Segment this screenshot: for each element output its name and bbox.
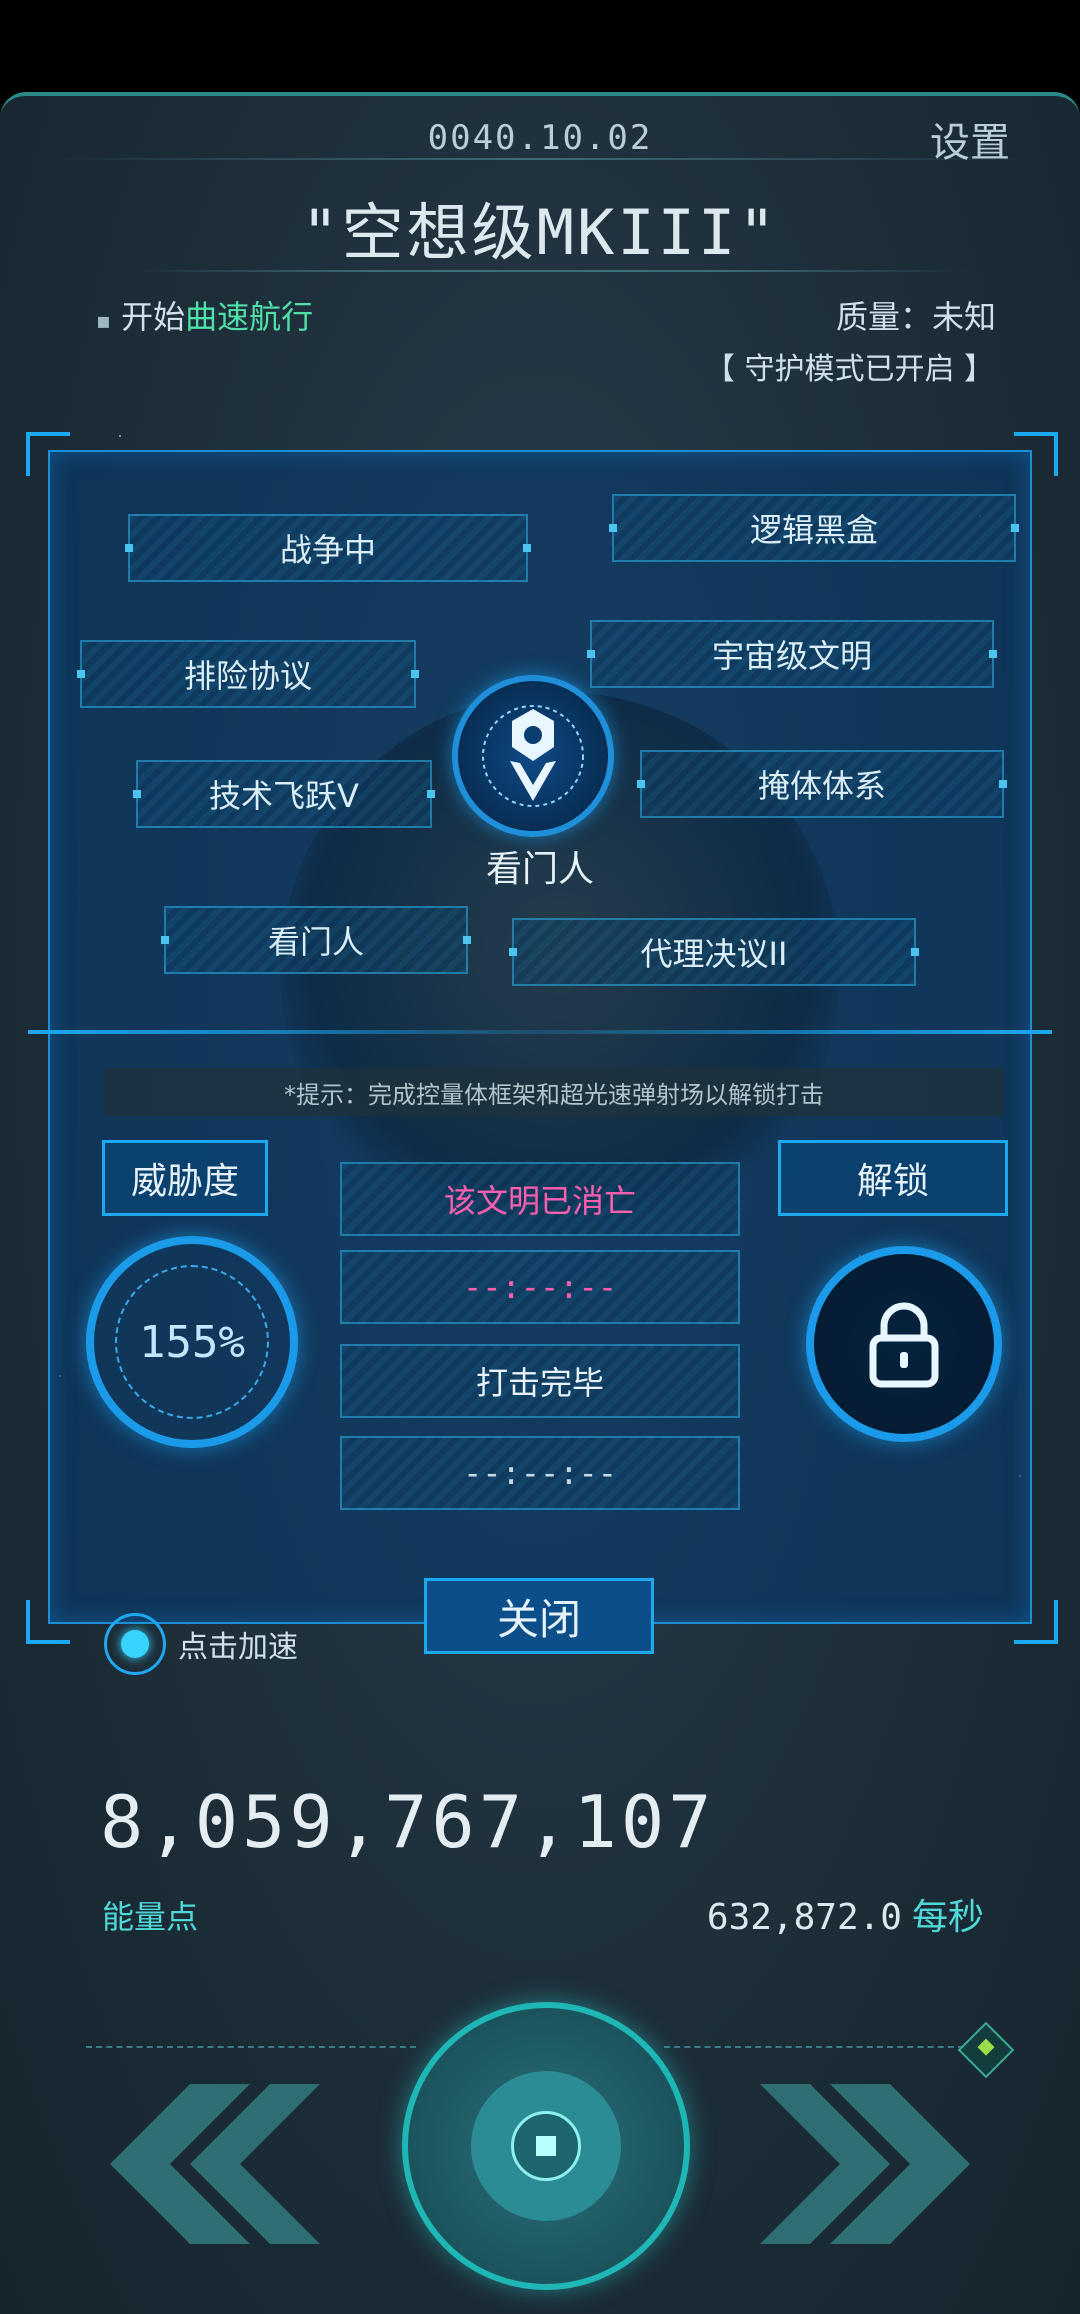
close-button[interactable]: 关闭 [424,1578,654,1654]
ship-name: "空想级MKIII" [301,196,779,269]
warp-status[interactable]: ▪ 开始曲速航行 [96,292,313,338]
energy-rate-unit: 每秒 [911,1897,984,1938]
status-row-strike: 打击完毕 [340,1344,740,1418]
trait-chip-bunker-system[interactable]: 掩体体系 [640,750,1004,818]
chip-label: 战争中 [279,531,376,569]
corner-bracket [26,1600,70,1644]
corner-bracket [26,432,70,476]
settings-button[interactable]: 设置 [930,110,1010,168]
dialog-divider [28,1030,1052,1034]
accelerate-label: 点击加速 [178,1630,298,1665]
threat-label-box: 威胁度 [102,1140,268,1216]
trait-chip-risk-protocol[interactable]: 排险协议 [80,640,416,708]
unlock-label: 解锁 [856,1161,929,1202]
unlock-button[interactable]: 解锁 [778,1140,1008,1216]
corner-bracket [1014,432,1058,476]
square-icon [536,2136,556,2156]
trait-chip-at-war[interactable]: 战争中 [128,514,528,582]
threat-label: 威胁度 [130,1161,239,1202]
trait-chip-proxy-resolution[interactable]: 代理决议II [512,918,916,986]
watchman-emblem-icon[interactable] [452,675,614,837]
chip-label: 宇宙级文明 [711,637,872,675]
trait-chip-tech-leap[interactable]: 技术飞跃V [136,760,432,828]
screen: 0040.10.02 设置 "空想级MKIII" ▪ 开始曲速航行 质量：未知 … [0,0,1080,2314]
lock-icon [869,1302,939,1388]
accelerate-icon [104,1613,166,1675]
trait-chip-watchman[interactable]: 看门人 [164,906,468,974]
chip-label: 看门人 [267,923,364,961]
warp-link[interactable]: 曲速航行 [185,298,313,336]
title-divider [130,270,970,272]
close-label: 关闭 [496,1594,581,1644]
unlock-tip: *提示：完成控量体框架和超光速弹射场以解锁打击 [104,1068,1004,1116]
chip-label: 逻辑黑盒 [749,511,878,549]
guard-mode-status: 【 守护模式已开启 】 [704,352,994,387]
lock-button[interactable] [806,1246,1002,1442]
chip-label: 代理决议II [640,935,788,973]
corner-bracket [1014,1600,1058,1644]
warp-prefix: 开始 [121,298,186,336]
emblem-svg [482,705,584,807]
status-row-timer-2: --:--:-- [340,1436,740,1510]
chip-label: 掩体体系 [757,767,886,805]
bottom-guide-left [86,2046,416,2050]
civilization-name: 看门人 [485,849,594,890]
energy-rate-value: 632,872.0 [706,1897,902,1938]
status-text: 打击完毕 [475,1364,604,1402]
bullet-icon: ▪ [96,309,111,334]
double-chevron-left-icon[interactable] [100,2084,320,2244]
status-text: --:--:-- [462,1268,618,1306]
double-chevron-right-icon[interactable] [760,2084,980,2244]
status-row-timer: --:--:-- [340,1250,740,1324]
game-date: 0040.10.02 [427,118,653,158]
status-row-civilization: 该文明已消亡 [340,1162,740,1236]
accelerate-button[interactable]: 点击加速 [104,1613,298,1675]
status-text: --:--:-- [462,1454,618,1492]
trait-chip-cosmic-civilization[interactable]: 宇宙级文明 [590,620,994,688]
bottom-guide-right [664,2046,964,2050]
energy-rate: 632,872.0 每秒 [707,1888,984,1940]
status-text: 该文明已消亡 [443,1182,636,1220]
energy-points-label: 能量点 [102,1898,199,1936]
energy-points-value: 8,059,767,107 [100,1780,716,1864]
chip-label: 技术飞跃V [209,777,359,815]
threat-gauge: 155% [86,1236,298,1448]
header-divider [40,158,1040,160]
main-action-button[interactable] [402,2002,690,2290]
quality-readout: 质量：未知 [835,298,996,336]
threat-value: 155% [115,1265,269,1419]
trait-chip-logic-blackbox[interactable]: 逻辑黑盒 [612,494,1016,562]
chip-label: 排险协议 [183,657,312,695]
